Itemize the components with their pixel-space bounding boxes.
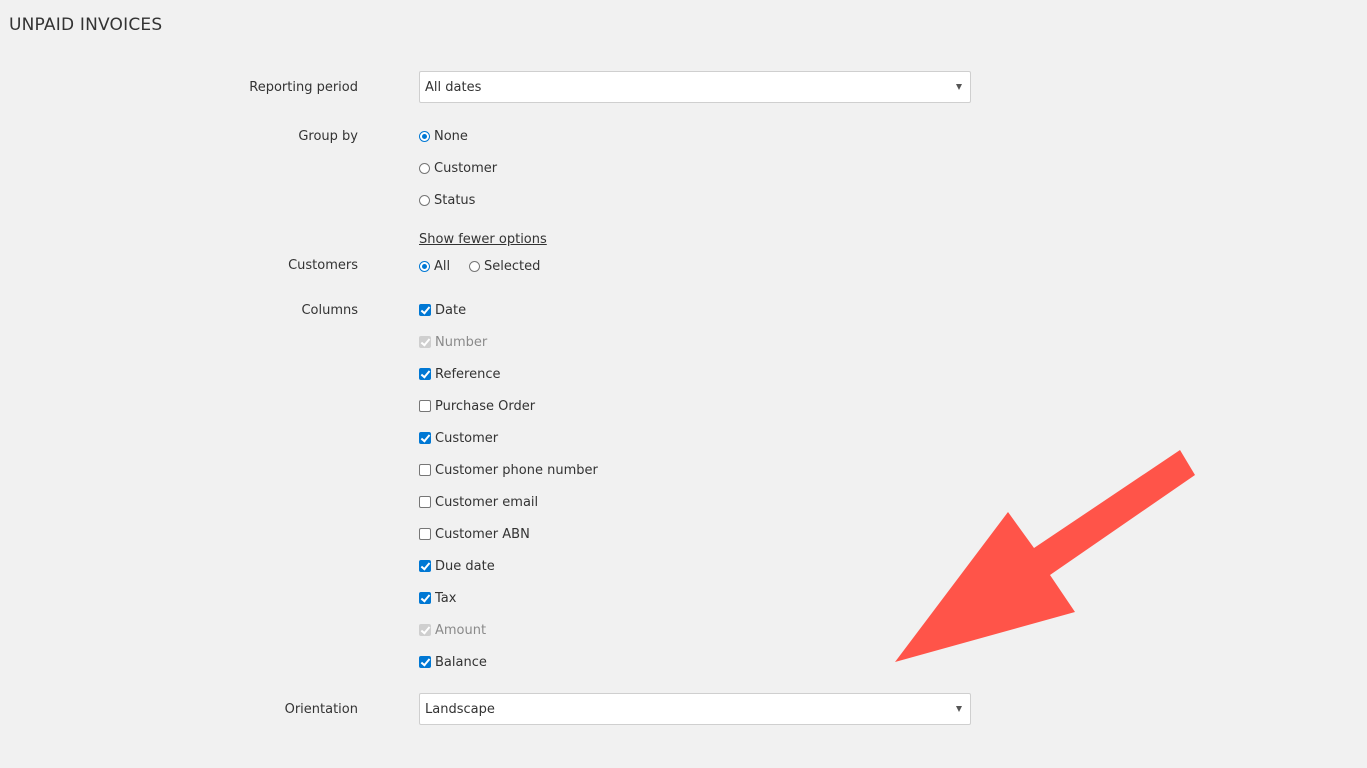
column-option-customer-email[interactable]: Customer email xyxy=(419,494,538,510)
group-by-option-status[interactable]: Status xyxy=(419,192,475,208)
orientation-label: Orientation xyxy=(284,702,358,717)
chevron-down-icon xyxy=(956,706,962,712)
option-label: Customer ABN xyxy=(435,526,530,542)
customers-option-all[interactable]: All xyxy=(419,258,450,274)
customers-option-selected[interactable]: Selected xyxy=(469,258,540,274)
arrow-icon xyxy=(895,450,1195,662)
reporting-period-value: All dates xyxy=(425,80,482,95)
radio-button[interactable] xyxy=(419,194,430,206)
option-label: Customer phone number xyxy=(435,462,598,478)
option-label: Status xyxy=(434,192,476,208)
checkbox[interactable] xyxy=(419,528,431,540)
report-settings-page: UNPAID INVOICES Reporting period All dat… xyxy=(0,0,1367,768)
option-label: Reference xyxy=(435,366,501,382)
option-label: Customer xyxy=(435,430,499,446)
customers-label: Customers xyxy=(288,258,358,273)
column-option-balance[interactable]: Balance xyxy=(419,654,487,670)
group-by-option-none[interactable]: None xyxy=(419,128,468,144)
option-label: Number xyxy=(435,334,488,350)
reporting-period-label: Reporting period xyxy=(249,80,358,95)
annotation-arrow-shape xyxy=(895,450,1195,662)
option-label: Customer xyxy=(434,160,498,176)
option-label: Balance xyxy=(435,654,487,670)
orientation-value: Landscape xyxy=(425,702,495,717)
column-option-due-date[interactable]: Due date xyxy=(419,558,495,574)
orientation-select[interactable]: Landscape xyxy=(419,693,971,725)
option-label: Date xyxy=(435,302,467,318)
radio-button[interactable] xyxy=(419,260,430,272)
column-option-purchase-order[interactable]: Purchase Order xyxy=(419,398,535,414)
reporting-period-select[interactable]: All dates xyxy=(419,71,971,103)
checkbox[interactable] xyxy=(419,496,431,508)
checkbox[interactable] xyxy=(419,368,431,380)
option-label: Due date xyxy=(435,558,495,574)
column-option-customer-abn[interactable]: Customer ABN xyxy=(419,526,530,542)
option-label: Customer email xyxy=(435,494,539,510)
page-title: UNPAID INVOICES xyxy=(9,15,163,35)
group-by-option-customer[interactable]: Customer xyxy=(419,160,497,176)
checkbox[interactable] xyxy=(419,432,431,444)
checkbox[interactable] xyxy=(419,656,431,668)
checkbox[interactable] xyxy=(419,304,431,316)
group-by-label: Group by xyxy=(298,129,358,144)
chevron-down-icon xyxy=(956,84,962,90)
option-label: Tax xyxy=(435,590,457,606)
checkbox xyxy=(419,336,431,348)
option-label: Purchase Order xyxy=(435,398,536,414)
radio-button[interactable] xyxy=(419,130,430,142)
show-fewer-options-link[interactable]: Show fewer options xyxy=(419,232,547,247)
option-label: Amount xyxy=(435,622,487,638)
checkbox[interactable] xyxy=(419,592,431,604)
columns-label: Columns xyxy=(301,303,358,318)
column-option-reference[interactable]: Reference xyxy=(419,366,500,382)
radio-button[interactable] xyxy=(419,162,430,174)
column-option-tax[interactable]: Tax xyxy=(419,590,456,606)
option-label: Selected xyxy=(484,258,541,274)
column-option-customer-phone-number[interactable]: Customer phone number xyxy=(419,462,598,478)
column-option-date[interactable]: Date xyxy=(419,302,466,318)
checkbox[interactable] xyxy=(419,400,431,412)
column-option-amount: Amount xyxy=(419,622,486,638)
checkbox[interactable] xyxy=(419,464,431,476)
option-label: None xyxy=(434,128,468,144)
column-option-number: Number xyxy=(419,334,487,350)
column-option-customer[interactable]: Customer xyxy=(419,430,498,446)
checkbox xyxy=(419,624,431,636)
option-label: All xyxy=(434,258,451,274)
checkbox[interactable] xyxy=(419,560,431,572)
radio-button[interactable] xyxy=(469,260,480,272)
